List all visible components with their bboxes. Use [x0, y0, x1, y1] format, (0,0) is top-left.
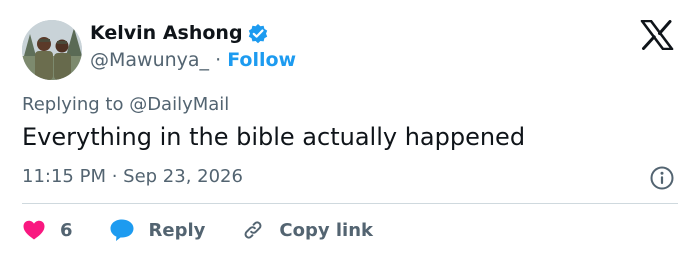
link-icon: [241, 218, 265, 242]
info-icon[interactable]: [649, 165, 675, 191]
display-name[interactable]: Kelvin Ashong: [90, 22, 243, 44]
separator-dot: ·: [215, 49, 222, 71]
copy-link-label: Copy link: [279, 219, 373, 241]
heart-icon: [22, 219, 46, 241]
reply-context: Replying to @DailyMail: [22, 94, 230, 115]
x-logo-icon[interactable]: [640, 19, 674, 51]
copy-link-button[interactable]: Copy link: [241, 218, 373, 242]
reply-button[interactable]: Reply: [109, 218, 206, 242]
like-count: 6: [60, 219, 73, 241]
follow-button[interactable]: Follow: [227, 49, 296, 71]
reply-bubble-icon: [109, 218, 135, 242]
verified-badge-icon: [247, 23, 269, 45]
divider: [22, 203, 678, 204]
avatar[interactable]: [22, 20, 82, 80]
tweet-text: Everything in the bible actually happene…: [22, 123, 526, 151]
user-handle[interactable]: @Mawunya_: [90, 49, 209, 71]
action-bar: 6 Reply Copy link: [22, 217, 373, 243]
like-button[interactable]: 6: [22, 219, 73, 241]
reply-label: Reply: [148, 219, 206, 241]
tweet-timestamp[interactable]: 11:15 PM · Sep 23, 2026: [22, 166, 243, 187]
